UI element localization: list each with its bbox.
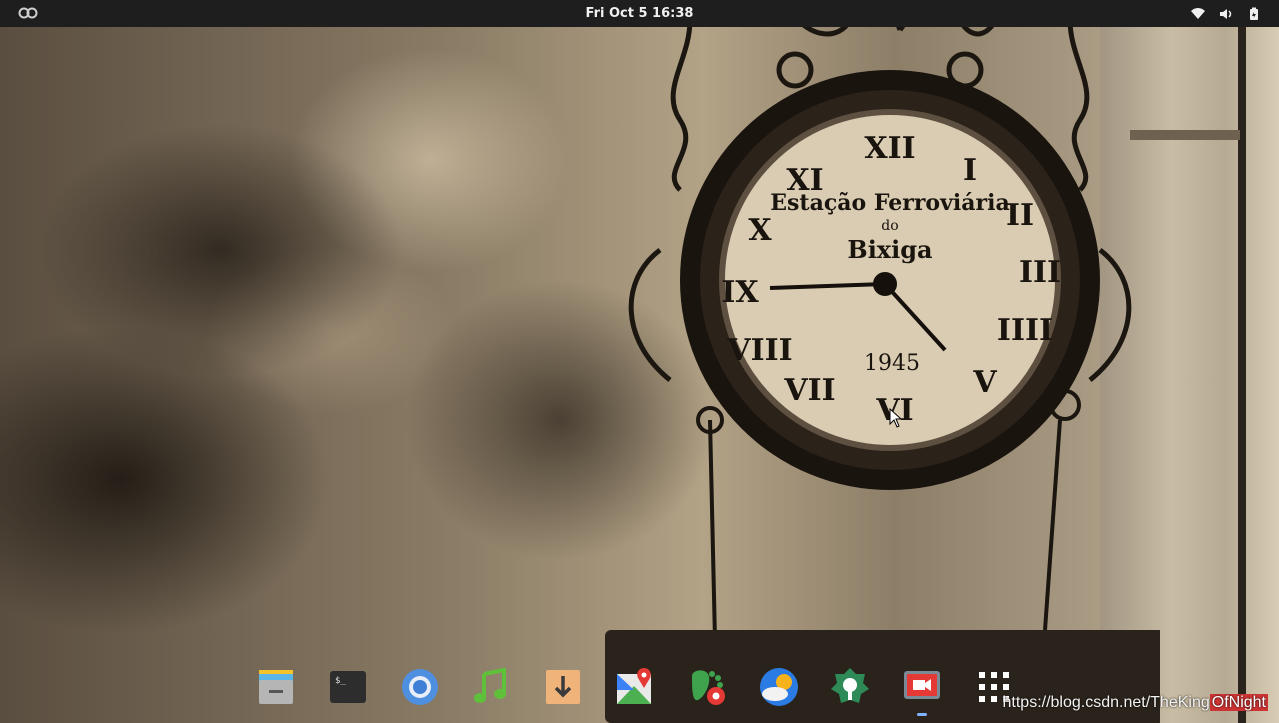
dock-item-tweaks[interactable]	[815, 655, 887, 719]
svg-text:VII: VII	[783, 373, 835, 408]
wifi-icon	[1191, 8, 1205, 19]
svg-text:IX: IX	[721, 275, 759, 310]
clock-face-name: Bixiga	[847, 235, 932, 264]
tweaks-icon	[831, 668, 870, 703]
gear-icon	[691, 670, 725, 705]
dock-item-weather[interactable]	[743, 655, 815, 719]
dock-item-files[interactable]	[240, 655, 312, 719]
terminal-icon: $_	[329, 671, 366, 703]
battery-icon	[1250, 7, 1258, 20]
download-icon	[546, 670, 581, 704]
dock-item-downloads[interactable]	[527, 655, 599, 719]
wallpaper-clock: XII I II III IIII V VI VII VIII IX X XI …	[605, 3, 1160, 723]
svg-text:III: III	[1019, 255, 1061, 290]
music-icon	[474, 667, 507, 703]
weather-icon	[759, 668, 798, 706]
dock: $_	[240, 655, 1030, 719]
volume-icon	[1220, 9, 1232, 19]
svg-text:X: X	[748, 213, 772, 248]
svg-text:VIII: VIII	[726, 333, 792, 368]
dock-item-maps[interactable]	[599, 655, 671, 719]
clock-face-year: 1945	[864, 351, 920, 376]
clock-face-title: Estação Ferroviária	[770, 190, 1009, 216]
dock-item-music[interactable]	[455, 655, 527, 719]
browser-icon	[401, 669, 438, 705]
dock-item-screen-recorder[interactable]	[886, 655, 958, 719]
dock-item-browser[interactable]	[384, 655, 456, 719]
watermark: https://blog.csdn.net/TheKing OfNight	[1002, 694, 1268, 712]
svg-text:IIII: IIII	[997, 313, 1053, 348]
watermark-text: https://blog.csdn.net/TheKing	[1002, 694, 1210, 711]
svg-text:XII: XII	[864, 131, 915, 166]
video-icon	[904, 671, 941, 699]
mouse-cursor-icon	[889, 408, 903, 428]
watermark-tail: OfNight	[1209, 694, 1268, 711]
maps-icon	[616, 668, 651, 704]
dock-item-software-settings[interactable]	[671, 655, 743, 719]
dock-item-terminal[interactable]: $_	[312, 655, 384, 719]
files-icon	[258, 670, 293, 704]
svg-text:V: V	[972, 365, 997, 400]
svg-text:I: I	[963, 153, 977, 188]
date-time-label[interactable]: Fri Oct 5 16:38	[0, 0, 1279, 27]
running-indicator	[917, 713, 928, 716]
clock-face-do: do	[881, 218, 898, 234]
svg-text:$_: $_	[335, 676, 346, 686]
top-bar: Fri Oct 5 16:38	[0, 0, 1279, 27]
system-status-area[interactable]	[1191, 6, 1261, 22]
svg-text:II: II	[1006, 198, 1034, 233]
